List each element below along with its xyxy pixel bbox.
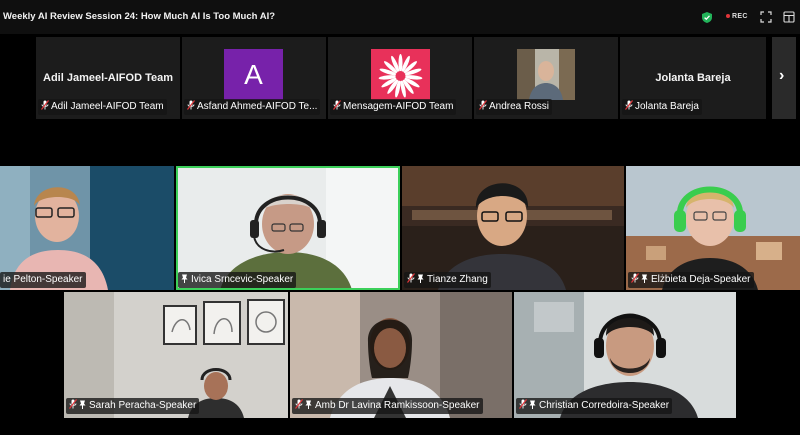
mic-off-icon: [295, 399, 303, 409]
pin-icon: [79, 400, 86, 409]
photo-avatar: [517, 49, 575, 100]
participant-display-name: Adil Jameel-AIFOD Team: [43, 72, 173, 84]
participant-label: Amb Dr Lavina Ramkissoon-Speaker: [292, 398, 483, 414]
participant-label: ie Pelton-Speaker: [0, 272, 86, 288]
participant-label: Ivica Srncevic-Speaker: [178, 272, 297, 288]
chevron-right-icon: ›: [779, 67, 785, 84]
participant-label: Mensagem-AIFOD Team: [330, 99, 457, 115]
shield-check-icon[interactable]: [702, 12, 712, 23]
participant-label: Jolanta Bareja: [622, 99, 702, 115]
participant-label: Christian Corredoira-Speaker: [516, 398, 673, 414]
mic-off-icon: [625, 100, 633, 110]
mic-off-icon: [41, 100, 49, 110]
pin-icon: [181, 274, 188, 283]
participant-label: Tianze Zhang: [404, 272, 491, 288]
record-dot-icon: [726, 14, 730, 19]
fullscreen-icon[interactable]: [760, 11, 772, 23]
mic-off-icon: [519, 399, 527, 409]
participant-label: Sarah Peracha-Speaker: [66, 398, 200, 414]
pin-icon: [529, 400, 536, 409]
mic-off-icon: [631, 273, 639, 283]
pin-icon: [305, 400, 312, 409]
recording-indicator[interactable]: REC: [726, 13, 748, 20]
rec-label: REC: [732, 13, 748, 20]
mic-off-icon: [333, 100, 341, 110]
flower-logo-icon: [378, 54, 423, 98]
participant-label: Adil Jameel-AIFOD Team: [38, 99, 167, 115]
title-bar: Weekly AI Review Session 24: How Much AI…: [0, 0, 800, 34]
participant-label: Andrea Rossi: [476, 99, 553, 115]
mic-off-icon: [479, 100, 487, 110]
mic-off-icon: [407, 273, 415, 283]
mic-off-icon: [69, 399, 77, 409]
pin-icon: [417, 274, 424, 283]
participant-display-name: Jolanta Bareja: [655, 72, 731, 84]
flower-logo-avatar: [371, 49, 430, 100]
mic-off-icon: [187, 100, 195, 110]
pin-icon: [641, 274, 648, 283]
person-photo-icon: [517, 49, 575, 100]
letter-avatar: A: [224, 49, 283, 100]
meeting-title: Weekly AI Review Session 24: How Much AI…: [3, 11, 276, 22]
layout-icon[interactable]: [783, 11, 795, 23]
next-page-button[interactable]: ›: [772, 37, 796, 119]
participant-label: Elżbieta Deja-Speaker: [628, 272, 754, 288]
participant-label: Asfand Ahmed-AIFOD Te...: [184, 99, 321, 115]
